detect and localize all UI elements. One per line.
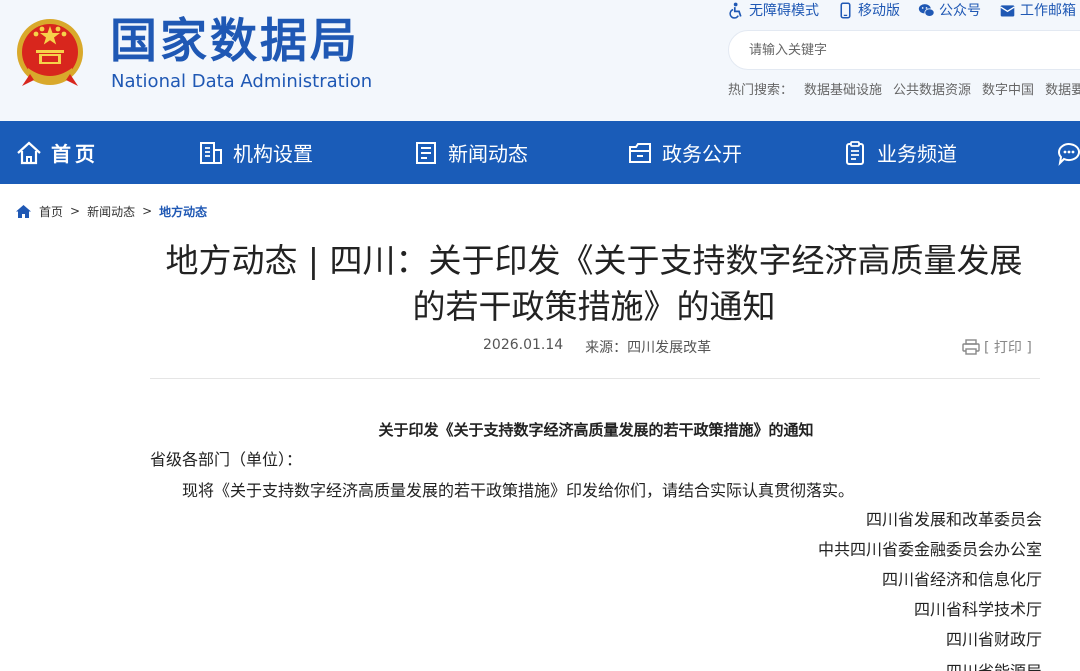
nav-item-business-channel[interactable]: 业务频道: [841, 121, 957, 184]
nav-item-organization[interactable]: 机构设置: [197, 121, 313, 184]
mobile-label: 移动版: [858, 3, 900, 19]
search-input[interactable]: [749, 39, 1049, 61]
article-divider: [150, 378, 1040, 379]
home-icon: [16, 204, 31, 218]
hot-search-label: 热门搜索：: [728, 83, 794, 98]
breadcrumb-separator: >: [70, 204, 81, 218]
article-source: 来源：四川发展改革: [585, 340, 712, 356]
body-paragraph: 现将《关于支持数字经济高质量发展的若干政策措施》印发给你们，请结合实际认真贯彻落…: [182, 481, 855, 500]
nav-label: 首页: [51, 142, 99, 166]
accessibility-link[interactable]: 无障碍模式: [728, 0, 819, 20]
mail-link[interactable]: 工作邮箱: [999, 0, 1076, 20]
article-title: 地方动态 | 四川：关于印发《关于支持数字经济高质量发展 的若干政策措施》的通知: [148, 238, 1040, 330]
signatory: 四川省财政厅: [945, 630, 1042, 649]
signatory: 四川省经济和信息化厅: [881, 570, 1042, 589]
mail-icon: [1000, 4, 1015, 16]
search-box: [728, 30, 1080, 70]
hot-search-term[interactable]: 公共数据资源: [893, 79, 971, 98]
nav-label: 新闻动态: [448, 142, 528, 166]
hot-search-term[interactable]: 数字中国: [982, 79, 1034, 98]
print-button[interactable]: [ 打印 ]: [962, 337, 1032, 357]
wechat-icon: [918, 3, 935, 17]
hot-search-term[interactable]: 数据基础设施: [804, 79, 882, 98]
nav-item-home[interactable]: 首页: [15, 121, 99, 184]
clipboard-icon: [846, 140, 864, 165]
site-title-cn[interactable]: 国家数据局: [110, 14, 360, 70]
article-title-line: 地方动态 | 四川：关于印发《关于支持数字经济高质量发展: [165, 241, 1023, 280]
signatory: 四川省能源局: [946, 662, 1042, 671]
mobile-icon: [840, 2, 851, 18]
hot-search-term[interactable]: 数据要素: [1045, 79, 1080, 98]
news-icon: [416, 141, 436, 164]
document-title: 关于印发《关于支持数字经济高质量发展的若干政策措施》的通知: [378, 421, 814, 439]
home-icon: [17, 141, 41, 164]
salutation: 省级各部门（单位）：: [150, 450, 303, 469]
breadcrumb-separator: >: [142, 204, 153, 218]
signatory: 中共四川省委金融委员会办公室: [817, 540, 1042, 559]
nav-item-interaction[interactable]: [1055, 121, 1080, 184]
article-title-line: 的若干政策措施》的通知: [412, 287, 776, 326]
national-emblem-icon[interactable]: [14, 12, 86, 90]
nav-item-news[interactable]: 新闻动态: [412, 121, 528, 184]
article-date: 2026.01.14: [483, 337, 564, 353]
print-label: [ 打印 ]: [984, 340, 1032, 356]
wechat-label: 公众号: [939, 3, 981, 19]
nav-label: 业务频道: [877, 142, 957, 166]
nav-item-government-affairs[interactable]: 政务公开: [626, 121, 742, 184]
folder-icon: [629, 142, 651, 163]
signatory: 四川省科学技术厅: [913, 600, 1042, 619]
printer-icon: [962, 339, 980, 355]
nav-label: 政务公开: [662, 142, 742, 166]
accessibility-label: 无障碍模式: [749, 3, 819, 19]
top-links: 无障碍模式 移动版 公众号 工作邮箱: [728, 0, 1076, 20]
nav-label: 机构设置: [233, 142, 313, 166]
wechat-link[interactable]: 公众号: [918, 0, 981, 20]
mobile-link[interactable]: 移动版: [837, 0, 900, 20]
accessibility-icon: [729, 2, 742, 19]
breadcrumb-news[interactable]: 新闻动态: [87, 203, 135, 220]
hot-search: 热门搜索： 数据基础设施 公共数据资源 数字中国 数据要素: [728, 79, 1080, 98]
breadcrumb-home[interactable]: 首页: [39, 203, 63, 220]
site-title-en[interactable]: National Data Administration: [111, 71, 372, 92]
building-icon: [200, 141, 222, 164]
article-meta: 2026.01.14 来源：四川发展改革: [483, 337, 711, 357]
main-nav: 首页 机构设置 新闻动态 政务公开 业务频道: [0, 121, 1080, 184]
mail-label: 工作邮箱: [1020, 3, 1076, 19]
signatory: 四川省发展和改革委员会: [865, 510, 1042, 529]
breadcrumb: 首页 > 新闻动态 > 地方动态: [15, 202, 207, 220]
site-header: 国家数据局 National Data Administration 无障碍模式…: [0, 0, 1080, 121]
breadcrumb-current[interactable]: 地方动态: [159, 203, 207, 220]
chat-icon: [1058, 142, 1080, 166]
